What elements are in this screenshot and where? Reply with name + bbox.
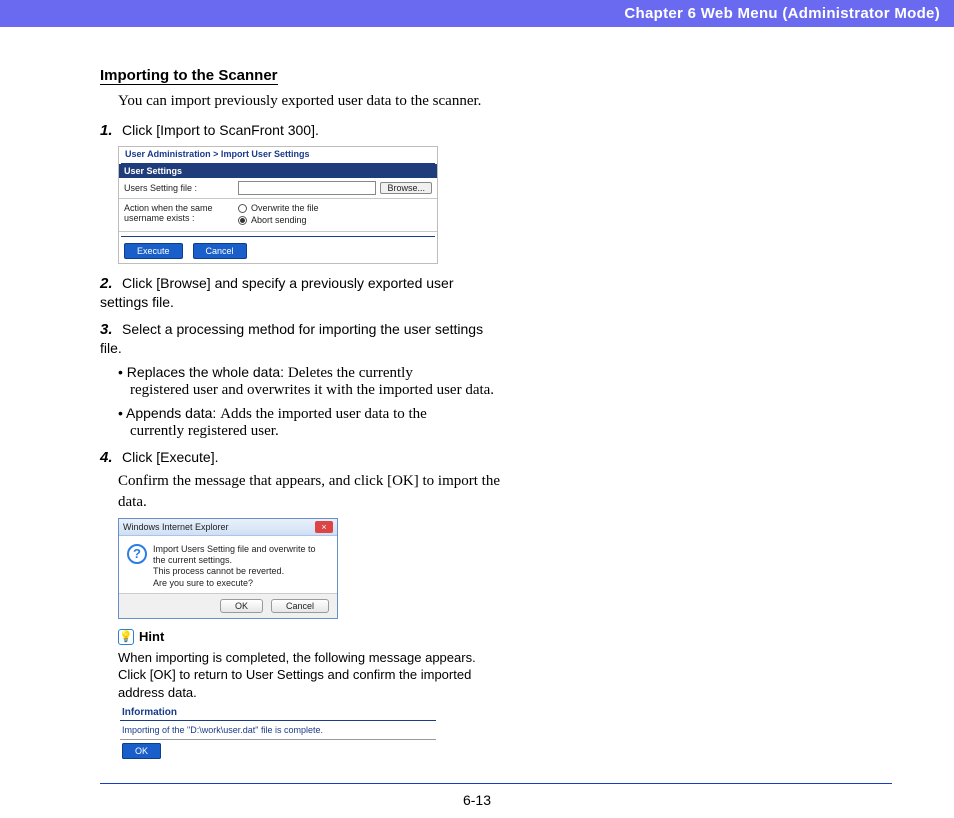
dialog-message: Import Users Setting file and overwrite …	[153, 544, 329, 589]
step-number: 3.	[100, 321, 118, 338]
hint-text: When importing is completed, the followi…	[118, 649, 502, 702]
figure-user-settings: User Administration > Import User Settin…	[118, 146, 438, 264]
section-title: Importing to the Scanner	[100, 67, 278, 85]
dialog-line2: This process cannot be reverted.	[153, 566, 284, 576]
ok-button[interactable]: OK	[122, 743, 161, 759]
figure-ie-dialog: Windows Internet Explorer × ? Import Use…	[118, 518, 338, 619]
step-text: Click [Import to ScanFront 300].	[122, 122, 319, 138]
bullet-continuation: registered user and overwrites it with t…	[130, 382, 502, 399]
bullet-replaces: • Replaces the whole data: Deletes the c…	[118, 364, 502, 399]
radio-icon	[238, 216, 247, 225]
step-text: Click [Execute].	[122, 449, 218, 465]
lightbulb-icon: 💡	[118, 629, 134, 645]
browse-button[interactable]: Browse...	[380, 182, 432, 194]
ok-button[interactable]: OK	[220, 599, 263, 613]
file-input[interactable]	[238, 181, 376, 195]
info-heading: Information	[120, 707, 436, 721]
step-2: 2. Click [Browse] and specify a previous…	[100, 274, 502, 312]
info-message: Importing of the "D:\work\user.dat" file…	[118, 721, 438, 737]
section-intro: You can import previously exported user …	[118, 91, 502, 111]
action-label-line2: username exists :	[124, 213, 195, 223]
step-1: 1. Click [Import to ScanFront 300]. User…	[100, 121, 502, 264]
step-confirm-text: Confirm the message that appears, and cl…	[118, 471, 502, 512]
close-icon[interactable]: ×	[315, 521, 333, 533]
question-icon: ?	[127, 544, 147, 564]
page-number: 6-13	[0, 792, 954, 808]
dialog-line3: Are you sure to execute?	[153, 578, 253, 588]
radio-label: Overwrite the file	[251, 203, 319, 213]
figure-information: Information Importing of the "D:\work\us…	[118, 707, 438, 762]
step-text: Click [Browse] and specify a previously …	[100, 275, 453, 310]
chapter-header: Chapter 6 Web Menu (Administrator Mode)	[0, 0, 954, 27]
action-row: Action when the same username exists : O…	[119, 199, 437, 232]
step-number: 2.	[100, 275, 118, 292]
footer-rule	[100, 783, 892, 784]
bullet-continuation: currently registered user.	[130, 423, 502, 440]
panel-heading: User Settings	[119, 164, 437, 178]
radio-icon	[238, 204, 247, 213]
file-row: Users Setting file : Browse...	[119, 178, 437, 199]
page-content: Importing to the Scanner You can import …	[0, 27, 560, 762]
step-number: 1.	[100, 122, 118, 139]
cancel-button[interactable]: Cancel	[271, 599, 329, 613]
dialog-title: Windows Internet Explorer	[123, 522, 229, 532]
execute-button[interactable]: Execute	[124, 243, 183, 259]
bullet-label: • Appends data:	[118, 405, 220, 421]
step-4: 4. Click [Execute]. Confirm the message …	[100, 448, 502, 762]
radio-label: Abort sending	[251, 215, 307, 225]
cancel-button[interactable]: Cancel	[193, 243, 247, 259]
bullet-desc: Deletes the currently	[288, 365, 413, 381]
step-text: Select a processing method for importing…	[100, 321, 483, 356]
file-label: Users Setting file :	[124, 183, 234, 193]
bullet-desc: Adds the imported user data to the	[220, 406, 427, 422]
hint-header: 💡 Hint	[118, 629, 502, 645]
radio-option-overwrite[interactable]: Overwrite the file	[238, 203, 319, 213]
bullet-label: • Replaces the whole data:	[118, 364, 288, 380]
bullet-appends: • Appends data: Adds the imported user d…	[118, 405, 502, 440]
step-3: 3. Select a processing method for import…	[100, 320, 502, 440]
action-label-line1: Action when the same	[124, 203, 213, 213]
breadcrumb: User Administration > Import User Settin…	[121, 147, 435, 164]
action-label: Action when the same username exists :	[124, 203, 234, 223]
dialog-line1: Import Users Setting file and overwrite …	[153, 544, 316, 565]
step-number: 4.	[100, 449, 118, 466]
radio-option-abort[interactable]: Abort sending	[238, 215, 319, 225]
hint-label: Hint	[139, 629, 164, 644]
